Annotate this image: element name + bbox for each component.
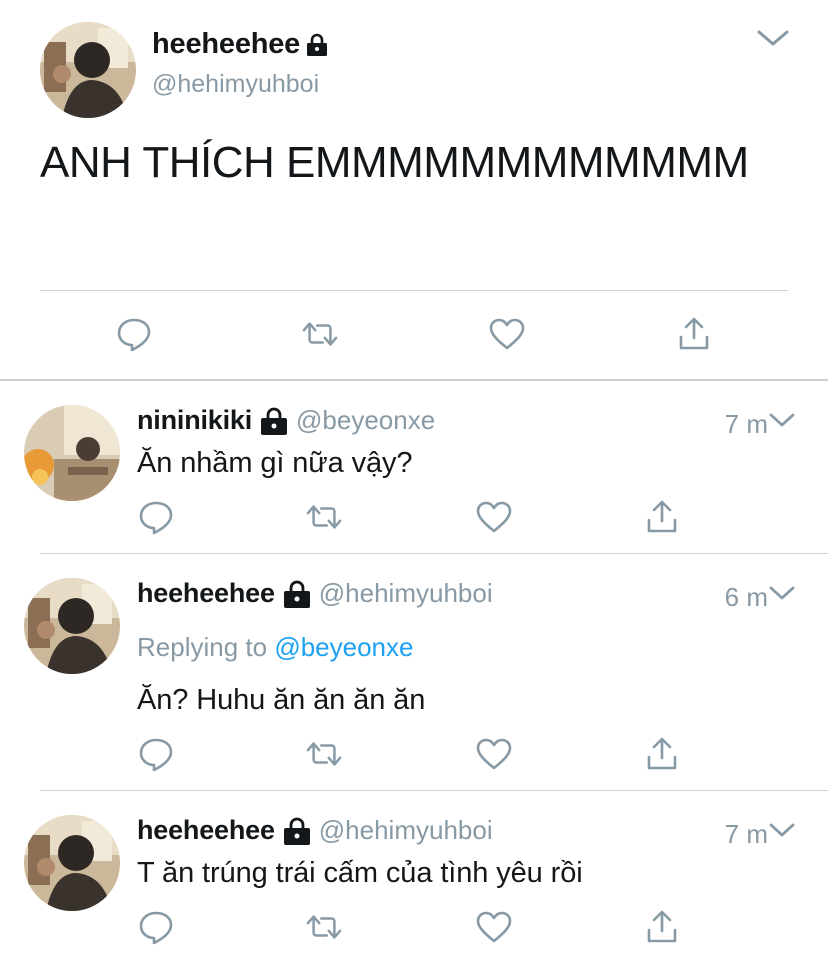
display-name[interactable]: heeheehee — [137, 815, 275, 846]
reply-tweet[interactable]: nininikiki @beyeonxe 7 m Ăn nhầm gì nữa … — [0, 381, 828, 553]
share-icon[interactable] — [676, 314, 712, 354]
reply-icon[interactable] — [138, 907, 174, 947]
timestamp[interactable]: 7 m — [725, 819, 768, 850]
heart-icon[interactable] — [476, 907, 512, 947]
share-icon[interactable] — [644, 907, 680, 947]
author-row: heeheehee @hehimyuhboi — [137, 815, 493, 846]
main-tweet: heeheehee @hehimyuhboi ANH THÍCH EMMMMMM… — [0, 0, 828, 380]
reply-icon[interactable] — [138, 497, 174, 537]
retweet-icon[interactable] — [302, 314, 338, 354]
user-handle[interactable]: @hehimyuhboi — [319, 578, 493, 609]
lock-icon — [283, 579, 311, 609]
divider — [40, 290, 788, 291]
user-handle[interactable]: @beyeonxe — [296, 405, 435, 436]
chevron-down-icon[interactable] — [768, 821, 796, 839]
tweet-text: ANH THÍCH EMMMMMMMMMMMM — [40, 138, 749, 187]
author-row: heeheehee @hehimyuhboi — [137, 578, 493, 609]
user-handle[interactable]: @hehimyuhboi — [152, 70, 319, 99]
retweet-icon[interactable] — [306, 497, 342, 537]
action-bar — [0, 314, 828, 358]
timestamp[interactable]: 7 m — [725, 409, 768, 440]
author-row: nininikiki @beyeonxe — [137, 405, 435, 436]
heart-icon[interactable] — [489, 314, 525, 354]
lock-icon — [306, 33, 328, 57]
chevron-down-icon[interactable] — [756, 28, 790, 48]
display-name[interactable]: heeheehee — [152, 28, 300, 61]
lock-icon — [283, 816, 311, 846]
avatar[interactable] — [24, 578, 120, 674]
chevron-down-icon[interactable] — [768, 411, 796, 429]
reply-icon[interactable] — [116, 314, 152, 354]
avatar[interactable] — [24, 815, 120, 911]
retweet-icon[interactable] — [306, 734, 342, 774]
author-row: heeheehee — [152, 28, 328, 61]
display-name[interactable]: nininikiki — [137, 405, 252, 436]
replying-prefix: Replying to — [137, 632, 268, 662]
display-name[interactable]: heeheehee — [137, 578, 275, 609]
tweet-text: T ăn trúng trái cấm của tình yêu rồi — [137, 857, 583, 889]
tweet-text: Ăn nhầm gì nữa vậy? — [137, 447, 413, 479]
share-icon[interactable] — [644, 734, 680, 774]
tweet-text: Ăn? Huhu ăn ăn ăn ăn — [137, 684, 426, 716]
timestamp[interactable]: 6 m — [725, 582, 768, 613]
reply-tweet[interactable]: heeheehee @hehimyuhboi 6 m Replying to @… — [0, 554, 828, 790]
reply-tweet[interactable]: heeheehee @hehimyuhboi 7 m T ăn trúng tr… — [0, 791, 828, 964]
replying-to: Replying to @beyeonxe — [137, 632, 413, 663]
heart-icon[interactable] — [476, 734, 512, 774]
chevron-down-icon[interactable] — [768, 584, 796, 602]
reply-icon[interactable] — [138, 734, 174, 774]
user-handle[interactable]: @hehimyuhboi — [319, 815, 493, 846]
lock-icon — [260, 406, 288, 436]
avatar[interactable] — [40, 22, 136, 118]
heart-icon[interactable] — [476, 497, 512, 537]
mention-link[interactable]: @beyeonxe — [274, 632, 413, 662]
share-icon[interactable] — [644, 497, 680, 537]
avatar[interactable] — [24, 405, 120, 501]
retweet-icon[interactable] — [306, 907, 342, 947]
